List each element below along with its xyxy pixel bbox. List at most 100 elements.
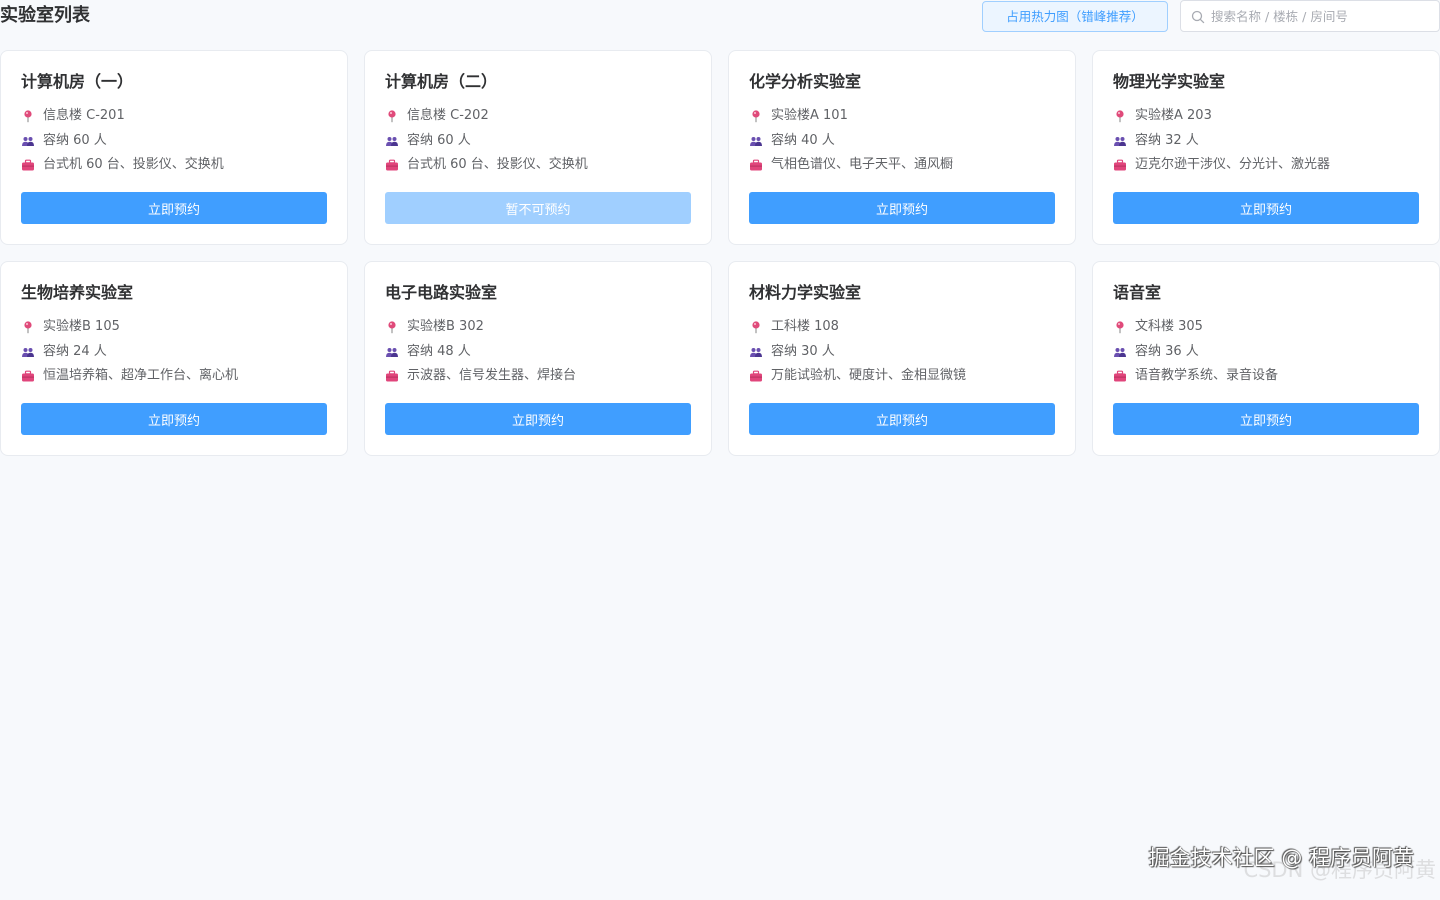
people-icon bbox=[750, 137, 762, 146]
lab-card: 计算机房（二） 信息楼 C-202 容纳 60 人 台式机 60 台、投影仪、交… bbox=[364, 50, 712, 245]
toolbox-icon bbox=[386, 159, 398, 171]
lab-capacity: 容纳 24 人 bbox=[43, 344, 107, 359]
lab-equipment: 万能试验机、硬度计、金相显微镜 bbox=[771, 368, 967, 383]
lab-name: 物理光学实验室 bbox=[1113, 72, 1226, 91]
location-pin-icon bbox=[1116, 110, 1124, 123]
lab-equipment-row: 气相色谱仪、电子天平、通风橱 bbox=[749, 156, 953, 174]
search-icon bbox=[1191, 10, 1205, 24]
lab-card: 计算机房（一） 信息楼 C-201 容纳 60 人 台式机 60 台、投影仪、交… bbox=[0, 50, 348, 245]
lab-capacity-row: 容纳 60 人 bbox=[21, 132, 107, 150]
lab-capacity: 容纳 40 人 bbox=[771, 133, 835, 148]
lab-location-row: 实验楼B 302 bbox=[385, 318, 484, 336]
lab-card: 电子电路实验室 实验楼B 302 容纳 48 人 示波器、信号发生器、焊接台 立… bbox=[364, 261, 712, 456]
toolbox-icon bbox=[22, 370, 34, 382]
toolbox-icon bbox=[386, 370, 398, 382]
lab-capacity-row: 容纳 48 人 bbox=[385, 343, 471, 361]
reserve-button[interactable]: 立即预约 bbox=[749, 403, 1055, 435]
lab-equipment-row: 万能试验机、硬度计、金相显微镜 bbox=[749, 367, 966, 385]
reserve-button[interactable]: 立即预约 bbox=[1113, 192, 1419, 224]
lab-name: 材料力学实验室 bbox=[749, 283, 862, 302]
lab-location: 实验楼A 101 bbox=[771, 108, 848, 123]
lab-equipment-row: 迈克尔逊干涉仪、分光计、激光器 bbox=[1113, 156, 1330, 174]
lab-location: 工科楼 108 bbox=[771, 319, 839, 334]
toolbox-icon bbox=[750, 370, 762, 382]
lab-equipment: 迈克尔逊干涉仪、分光计、激光器 bbox=[1135, 157, 1331, 172]
lab-capacity-row: 容纳 32 人 bbox=[1113, 132, 1199, 150]
location-pin-icon bbox=[388, 321, 396, 334]
lab-equipment-row: 恒温培养箱、超净工作台、离心机 bbox=[21, 367, 238, 385]
reserve-button[interactable]: 立即预约 bbox=[21, 403, 327, 435]
location-pin-icon bbox=[752, 321, 760, 334]
lab-card: 化学分析实验室 实验楼A 101 容纳 40 人 气相色谱仪、电子天平、通风橱 … bbox=[728, 50, 1076, 245]
lab-capacity-row: 容纳 24 人 bbox=[21, 343, 107, 361]
lab-equipment-row: 示波器、信号发生器、焊接台 bbox=[385, 367, 576, 385]
reserve-button[interactable]: 立即预约 bbox=[749, 192, 1055, 224]
lab-name: 化学分析实验室 bbox=[749, 72, 862, 91]
toolbox-icon bbox=[22, 159, 34, 171]
toolbox-icon bbox=[1114, 370, 1126, 382]
lab-location-row: 信息楼 C-202 bbox=[385, 107, 489, 125]
header: 实验室列表 占用热力图（错峰推荐） bbox=[0, 0, 1440, 34]
lab-location-row: 实验楼A 101 bbox=[749, 107, 848, 125]
search-box[interactable] bbox=[1180, 0, 1440, 32]
lab-equipment: 台式机 60 台、投影仪、交换机 bbox=[43, 157, 224, 172]
lab-capacity-row: 容纳 36 人 bbox=[1113, 343, 1199, 361]
lab-location-row: 实验楼A 203 bbox=[1113, 107, 1212, 125]
heatmap-button[interactable]: 占用热力图（错峰推荐） bbox=[982, 1, 1168, 32]
people-icon bbox=[386, 137, 398, 146]
lab-capacity-row: 容纳 60 人 bbox=[385, 132, 471, 150]
search-input[interactable] bbox=[1211, 1, 1435, 31]
reserve-button-disabled[interactable]: 暂不可预约 bbox=[385, 192, 691, 224]
lab-equipment: 台式机 60 台、投影仪、交换机 bbox=[407, 157, 588, 172]
lab-card: 材料力学实验室 工科楼 108 容纳 30 人 万能试验机、硬度计、金相显微镜 … bbox=[728, 261, 1076, 456]
lab-capacity: 容纳 48 人 bbox=[407, 344, 471, 359]
lab-capacity-row: 容纳 40 人 bbox=[749, 132, 835, 150]
lab-location-row: 工科楼 108 bbox=[749, 318, 839, 336]
people-icon bbox=[750, 348, 762, 357]
toolbox-icon bbox=[750, 159, 762, 171]
lab-capacity: 容纳 36 人 bbox=[1135, 344, 1199, 359]
lab-equipment: 语音教学系统、录音设备 bbox=[1135, 368, 1279, 383]
people-icon bbox=[1114, 348, 1126, 357]
watermark-sub: CSDN @程序员阿黄 bbox=[1243, 858, 1436, 882]
lab-equipment-row: 语音教学系统、录音设备 bbox=[1113, 367, 1278, 385]
lab-capacity: 容纳 30 人 bbox=[771, 344, 835, 359]
watermark-main: 掘金技术社区 @ 程序员阿黄 bbox=[1148, 846, 1414, 870]
lab-name: 计算机房（一） bbox=[21, 72, 134, 91]
people-icon bbox=[386, 348, 398, 357]
location-pin-icon bbox=[752, 110, 760, 123]
lab-location: 文科楼 305 bbox=[1135, 319, 1203, 334]
lab-capacity: 容纳 32 人 bbox=[1135, 133, 1199, 148]
reserve-button[interactable]: 立即预约 bbox=[385, 403, 691, 435]
lab-capacity-row: 容纳 30 人 bbox=[749, 343, 835, 361]
lab-capacity: 容纳 60 人 bbox=[407, 133, 471, 148]
reserve-button[interactable]: 立即预约 bbox=[1113, 403, 1419, 435]
lab-equipment: 气相色谱仪、电子天平、通风橱 bbox=[771, 157, 954, 172]
lab-card-grid: 计算机房（一） 信息楼 C-201 容纳 60 人 台式机 60 台、投影仪、交… bbox=[0, 50, 1440, 456]
location-pin-icon bbox=[1116, 321, 1124, 334]
people-icon bbox=[22, 137, 34, 146]
people-icon bbox=[1114, 137, 1126, 146]
watermark: CSDN @程序员阿黄 掘金技术社区 @ 程序员阿黄 bbox=[1096, 844, 1436, 888]
lab-location: 实验楼B 302 bbox=[407, 319, 484, 334]
lab-name: 生物培养实验室 bbox=[21, 283, 134, 302]
location-pin-icon bbox=[388, 110, 396, 123]
lab-location: 实验楼B 105 bbox=[43, 319, 120, 334]
lab-name: 电子电路实验室 bbox=[385, 283, 498, 302]
location-pin-icon bbox=[24, 321, 32, 334]
toolbox-icon bbox=[1114, 159, 1126, 171]
people-icon bbox=[22, 348, 34, 357]
lab-name: 计算机房（二） bbox=[385, 72, 498, 91]
lab-location: 信息楼 C-201 bbox=[43, 108, 125, 123]
lab-equipment-row: 台式机 60 台、投影仪、交换机 bbox=[21, 156, 224, 174]
page-title: 实验室列表 bbox=[0, 5, 90, 26]
lab-equipment-row: 台式机 60 台、投影仪、交换机 bbox=[385, 156, 588, 174]
location-pin-icon bbox=[24, 110, 32, 123]
lab-location: 实验楼A 203 bbox=[1135, 108, 1212, 123]
lab-equipment: 示波器、信号发生器、焊接台 bbox=[407, 368, 577, 383]
lab-equipment: 恒温培养箱、超净工作台、离心机 bbox=[43, 368, 239, 383]
lab-card: 生物培养实验室 实验楼B 105 容纳 24 人 恒温培养箱、超净工作台、离心机… bbox=[0, 261, 348, 456]
reserve-button[interactable]: 立即预约 bbox=[21, 192, 327, 224]
lab-card: 物理光学实验室 实验楼A 203 容纳 32 人 迈克尔逊干涉仪、分光计、激光器… bbox=[1092, 50, 1440, 245]
lab-location-row: 文科楼 305 bbox=[1113, 318, 1203, 336]
